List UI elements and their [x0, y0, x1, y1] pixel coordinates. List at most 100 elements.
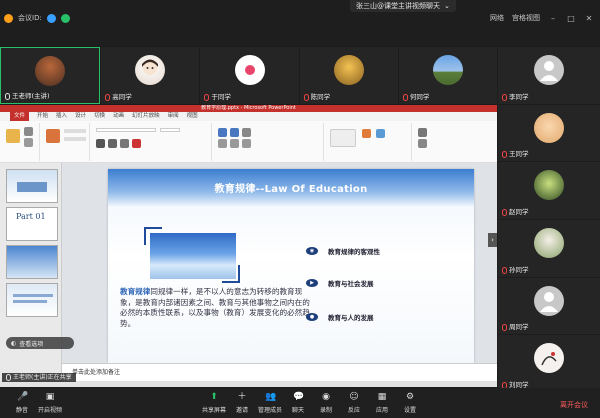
- align-center-icon[interactable]: [230, 139, 239, 148]
- avatar: [534, 112, 564, 143]
- participant-tile[interactable]: 赵同学: [498, 162, 600, 220]
- leave-meeting-button[interactable]: 离开会议: [554, 399, 594, 411]
- minimize-icon[interactable]: –: [548, 13, 558, 23]
- maximize-icon[interactable]: □: [566, 13, 576, 23]
- paste-icon[interactable]: [6, 129, 20, 143]
- slide-photo: [144, 227, 240, 283]
- mic-muted-icon: [502, 266, 507, 274]
- mic-muted-icon: [502, 93, 507, 101]
- slide-thumbnail[interactable]: 2 Part 01: [6, 207, 58, 241]
- avatar: [333, 55, 364, 85]
- arrange-icon[interactable]: [362, 129, 371, 138]
- font-family-select[interactable]: [96, 128, 156, 132]
- ribbon-tab[interactable]: 开始: [37, 112, 48, 121]
- video-button[interactable]: ▣ 开启视频: [30, 391, 70, 417]
- participant-tile[interactable]: 周同学: [498, 277, 600, 335]
- slide-thumbnail[interactable]: 1: [6, 169, 58, 203]
- ribbon-tab[interactable]: 幻灯片放映: [132, 112, 160, 121]
- tool-label: 聊天: [291, 407, 304, 414]
- tool-label: 反应: [347, 407, 360, 414]
- participant-label: 赵同学: [502, 208, 529, 217]
- align-left-icon[interactable]: [218, 139, 227, 148]
- participant-tile[interactable]: 刘同学: [498, 335, 600, 393]
- participant-tile[interactable]: 李同学: [498, 47, 600, 104]
- participant-tile[interactable]: 陈同学: [299, 47, 398, 104]
- slides-group: [42, 123, 90, 161]
- ppt-title-bar: 教育学原理.pptx - Microsoft PowerPoint: [0, 105, 497, 112]
- ribbon-tab[interactable]: 设计: [75, 112, 86, 121]
- ribbon-tab[interactable]: 文件: [10, 112, 30, 121]
- slide-thumbnail[interactable]: 4: [6, 283, 58, 317]
- meeting-app: 会议ID: 张三山@课堂主讲视频聊天 ⌄ 网络 宫格视图 – □ ✕ 王老师(主…: [0, 0, 600, 418]
- ribbon-tab[interactable]: 切换: [94, 112, 105, 121]
- paragraph-group: [214, 123, 324, 161]
- align-right-icon[interactable]: [242, 139, 251, 148]
- participant-tile[interactable]: 孙同学: [498, 220, 600, 277]
- participant-tile[interactable]: 王老师(主讲): [0, 47, 101, 104]
- mic-muted-icon: [204, 94, 210, 101]
- ribbon-toolbar: [0, 121, 497, 163]
- meeting-toolbar: 🎤 静音 ▣ 开启视频 ⬆ 共享屏幕 ＋邀请 👥 管理成员 💬 聊天 ◉ 录制 ☺ 反应 ▦ 应…: [0, 388, 600, 418]
- eye-icon: ◐: [11, 339, 17, 347]
- camera-icon: ▣: [45, 392, 55, 402]
- italic-icon[interactable]: [108, 139, 117, 148]
- bullet-icon: ●: [306, 313, 318, 321]
- notes-pane[interactable]: 单击此处添加备注: [62, 363, 497, 381]
- indent-icon[interactable]: [242, 128, 251, 137]
- tool-label: 录制: [319, 407, 332, 414]
- find-icon[interactable]: [418, 128, 427, 137]
- avatar: [432, 55, 463, 85]
- avatar: [534, 170, 564, 201]
- participant-tile[interactable]: 高同学: [101, 47, 200, 104]
- numbering-icon[interactable]: [230, 128, 239, 137]
- info-icon[interactable]: [4, 13, 13, 23]
- cut-icon[interactable]: [24, 127, 33, 136]
- participant-name: 孙同学: [509, 265, 529, 274]
- participant-name: 于同学: [211, 93, 231, 101]
- ribbon-tab[interactable]: 插入: [56, 112, 67, 121]
- participant-tile[interactable]: 于同学: [200, 47, 299, 104]
- ribbon-tab[interactable]: 审阅: [168, 112, 179, 121]
- mic-icon: [5, 93, 10, 100]
- mic-muted-icon: [105, 94, 111, 101]
- slide-thumbnail[interactable]: 3: [6, 245, 58, 279]
- avatar: [135, 55, 166, 85]
- participant-name: 王老师(主讲): [12, 92, 50, 100]
- new-slide-icon[interactable]: [46, 129, 60, 143]
- cartoon-face-icon: [142, 59, 159, 75]
- view-options-button[interactable]: ◐ 查看选项: [6, 337, 74, 349]
- participant-label: 王老师(主讲): [5, 92, 50, 101]
- signal-icon[interactable]: [60, 13, 70, 23]
- layout-button[interactable]: 宫格视图: [512, 13, 540, 23]
- font-color-icon[interactable]: [132, 139, 141, 148]
- layout-dropdown[interactable]: [64, 129, 86, 133]
- bold-icon[interactable]: [96, 139, 105, 148]
- chevron-right-icon[interactable]: ›: [488, 233, 497, 247]
- ribbon-tab[interactable]: 视图: [187, 112, 198, 121]
- shapes-gallery[interactable]: [330, 129, 356, 147]
- settings-button[interactable]: ⚙ 设置: [390, 391, 430, 417]
- slide-point: ◉ 教育规律的客观性: [306, 245, 380, 257]
- record-icon: ◉: [322, 392, 330, 402]
- slide-point: ● 教育与人的发展: [306, 311, 374, 323]
- participant-tile[interactable]: 王同学: [498, 104, 600, 162]
- bullets-icon[interactable]: [218, 128, 227, 137]
- avatar: [534, 228, 564, 259]
- font-size-select[interactable]: [160, 128, 180, 132]
- chat-icon: 💬: [293, 392, 305, 402]
- copy-icon[interactable]: [24, 138, 33, 147]
- ribbon-tab[interactable]: 动画: [113, 112, 124, 121]
- gear-icon: ⚙: [405, 392, 415, 402]
- current-slide[interactable]: 教育规律--Law Of Education 教育规律同规律一样，是不以人的意志…: [108, 169, 474, 363]
- chevron-down-icon[interactable]: ⌄: [444, 0, 450, 12]
- mic-muted-icon: [502, 324, 507, 332]
- reset-button[interactable]: [64, 137, 86, 141]
- close-icon[interactable]: ✕: [584, 13, 594, 23]
- participant-name: 陈同学: [310, 93, 331, 101]
- participant-tile[interactable]: 何同学: [398, 47, 498, 104]
- shield-icon[interactable]: [46, 13, 56, 23]
- replace-icon[interactable]: [418, 139, 427, 148]
- underline-icon[interactable]: [120, 139, 129, 148]
- mic-muted-icon: [402, 94, 408, 101]
- quick-styles-icon[interactable]: [376, 129, 385, 138]
